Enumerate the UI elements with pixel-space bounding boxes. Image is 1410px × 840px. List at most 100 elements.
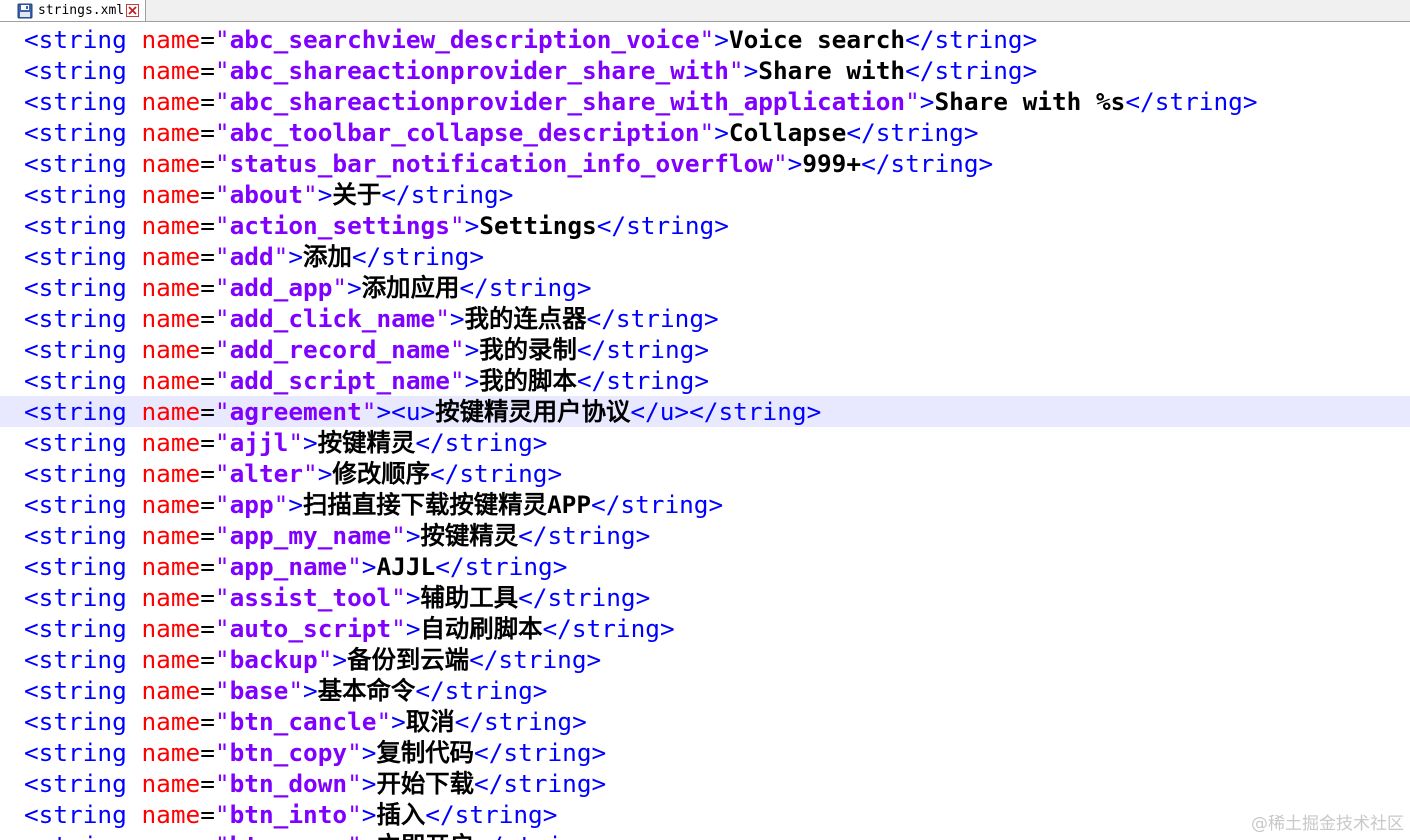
string-name-value: auto_script (229, 614, 392, 643)
string-name-value: btn_cancle (229, 707, 377, 736)
code-line[interactable]: <string name="add_record_name">我的录制</str… (0, 334, 1410, 365)
xml-quote: " (214, 366, 230, 395)
xml-close-tag: </string> (435, 552, 568, 581)
code-line[interactable]: <string name="abc_toolbar_collapse_descr… (0, 117, 1410, 148)
code-line[interactable]: <string name="btn_into">插入</string> (0, 799, 1410, 830)
string-name-value: abc_toolbar_collapse_description (229, 118, 700, 147)
xml-open-tag: <string (24, 304, 127, 333)
code-line[interactable]: <string name="add_script_name">我的脚本</str… (0, 365, 1410, 396)
xml-close-tag: </string> (905, 56, 1038, 85)
code-line[interactable]: <string name="auto_script">自动刷脚本</string… (0, 613, 1410, 644)
xml-tag-close: > (464, 211, 480, 240)
xml-attribute-name: name (141, 769, 201, 798)
xml-attribute-name: name (141, 118, 201, 147)
xml-equals: = (200, 304, 215, 333)
string-text: 我的脚本 (479, 366, 577, 395)
xml-quote: " (449, 366, 465, 395)
xml-close-tag: </string> (454, 707, 587, 736)
tab-strings-xml[interactable]: strings.xml (0, 0, 146, 21)
xml-quote: " (214, 428, 230, 457)
xml-close-tag: </string> (689, 397, 822, 426)
code-line[interactable]: <string name="app_name">AJJL</string> (0, 551, 1410, 582)
string-text: 我的连点器 (464, 304, 587, 333)
code-line[interactable]: <string name="assist_tool">辅助工具</string> (0, 582, 1410, 613)
xml-tag-close: > (361, 769, 377, 798)
xml-open-tag: <string (24, 428, 127, 457)
code-editor[interactable]: <string name="abc_searchview_description… (0, 24, 1410, 840)
xml-attribute-name: name (141, 490, 201, 519)
string-text: 添加应用 (361, 273, 460, 302)
string-name-value: assist_tool (229, 583, 392, 612)
xml-attribute-name: name (141, 614, 201, 643)
code-line[interactable]: <string name="alter">修改顺序</string> (0, 458, 1410, 489)
code-line[interactable]: <string name="ajjl">按键精灵</string> (0, 427, 1410, 458)
xml-quote: " (449, 211, 465, 240)
code-line[interactable]: <string name="add">添加</string> (0, 241, 1410, 272)
xml-equals: = (200, 831, 215, 840)
code-line[interactable]: <string name="btn_copy">复制代码</string> (0, 737, 1410, 768)
xml-quote: " (273, 490, 289, 519)
xml-quote: " (905, 87, 920, 116)
xml-open-tag: <string (24, 56, 127, 85)
xml-quote: " (347, 552, 362, 581)
string-text: 我的录制 (479, 335, 577, 364)
code-line[interactable]: <string name="agreement"><u>按键精灵用户协议</u>… (0, 396, 1410, 427)
code-line[interactable]: <string name="about">关于</string> (0, 179, 1410, 210)
xml-tag-close: > (303, 428, 318, 457)
string-name-value: abc_shareactionprovider_share_with_appli… (229, 87, 906, 116)
xml-open-tag: <string (24, 583, 127, 612)
code-line[interactable]: <string name="abc_shareactionprovider_sh… (0, 86, 1410, 117)
string-name-value: ajjl (229, 428, 289, 457)
code-line[interactable]: <string name="action_settings">Settings<… (0, 210, 1410, 241)
string-text: 取消 (405, 707, 455, 736)
code-line[interactable]: <string name="btn_down">开始下载</string> (0, 768, 1410, 799)
string-name-value: btn_into (229, 800, 348, 829)
string-text: 按键精灵用户协议 (435, 397, 631, 426)
code-line[interactable]: <string name="add_click_name">我的连点器</str… (0, 303, 1410, 334)
string-text: 复制代码 (376, 738, 475, 767)
xml-tag-close: > (332, 645, 348, 674)
xml-quote: " (214, 614, 230, 643)
code-line[interactable]: <string name="abc_searchview_description… (0, 24, 1410, 55)
xml-quote: " (376, 707, 392, 736)
xml-open-tag: <string (24, 149, 127, 178)
xml-close-tag: </string> (351, 242, 485, 271)
xml-close-tag: </string> (381, 180, 514, 209)
string-name-value: backup (229, 645, 318, 674)
code-line[interactable]: <string name="app">扫描直接下载按键精灵APP</string… (0, 489, 1410, 520)
xml-quote: " (347, 831, 362, 840)
xml-equals: = (200, 25, 215, 54)
xml-equals: = (200, 397, 215, 426)
string-text: Share with (758, 56, 906, 85)
code-line[interactable]: <string name="btn_open">立即开启</string> (0, 830, 1410, 840)
code-line[interactable]: <string name="backup">备份到云端</string> (0, 644, 1410, 675)
code-line[interactable]: <string name="base">基本命令</string> (0, 675, 1410, 706)
xml-quote: " (772, 149, 788, 178)
code-line[interactable]: <string name="app_my_name">按键精灵</string> (0, 520, 1410, 551)
code-line[interactable]: <string name="abc_shareactionprovider_sh… (0, 55, 1410, 86)
code-line[interactable]: <string name="btn_cancle">取消</string> (0, 706, 1410, 737)
xml-quote: " (214, 459, 230, 488)
xml-close-tag: </string> (474, 769, 607, 798)
xml-attribute-name: name (141, 521, 201, 550)
string-text: 基本命令 (317, 676, 416, 705)
xml-tag-close: > (361, 552, 377, 581)
xml-attribute-name: name (141, 800, 201, 829)
xml-quote: " (214, 118, 230, 147)
code-line[interactable]: <string name="status_bar_notification_in… (0, 148, 1410, 179)
xml-attribute-name: name (141, 25, 201, 54)
xml-close-tag: </string> (596, 211, 729, 240)
xml-tag-close: > (288, 490, 304, 519)
close-icon[interactable] (126, 4, 140, 17)
xml-tag-close: > (288, 242, 304, 271)
xml-open-tag: <string (24, 645, 127, 674)
xml-open-tag: <string (24, 676, 127, 705)
string-text: 插入 (376, 800, 426, 829)
xml-tag-close: > (714, 25, 729, 54)
xml-close-tag: </string> (542, 614, 675, 643)
code-line[interactable]: <string name="add_app">添加应用</string> (0, 272, 1410, 303)
string-name-value: about (229, 180, 304, 209)
xml-quote: " (728, 56, 744, 85)
xml-quote: " (214, 335, 230, 364)
string-name-value: btn_open (230, 831, 347, 840)
